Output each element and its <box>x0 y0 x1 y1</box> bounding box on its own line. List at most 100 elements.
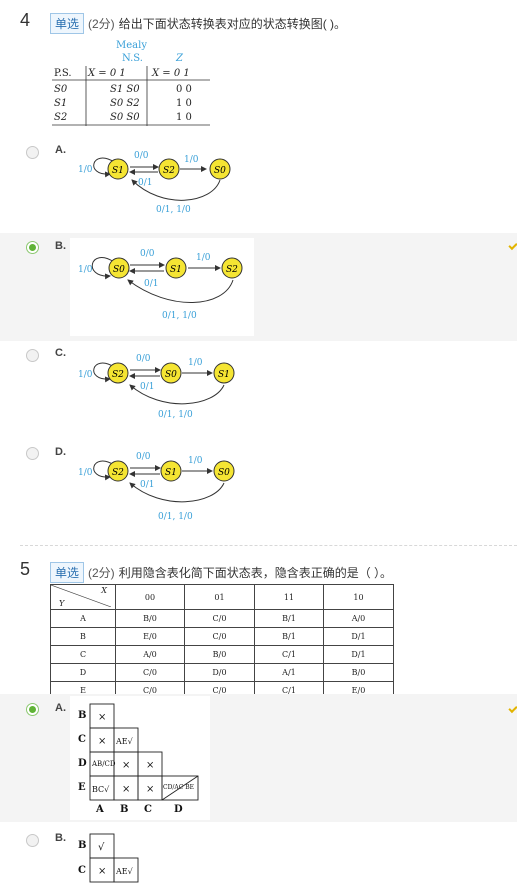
svg-text:0/0: 0/0 <box>136 452 151 462</box>
svg-text:A: A <box>95 804 104 815</box>
svg-text:1 0: 1 0 <box>176 98 192 109</box>
svg-text:C: C <box>78 734 86 745</box>
implication-table: B C D E A B C D × × AE√ AB/CD × × BC√ × … <box>70 696 210 820</box>
state-node: S0 <box>113 265 125 275</box>
state-node: S0 <box>165 370 177 380</box>
state-node: S2 <box>112 370 124 380</box>
option-a-row[interactable]: A. B C D E A B C D × × AE√ AB/CD × × BC√… <box>0 694 517 822</box>
option-label: B. <box>55 832 66 844</box>
svg-text:D: D <box>174 804 183 815</box>
svg-text:S2: S2 <box>54 112 67 123</box>
svg-text:0/1, 1/0: 0/1, 1/0 <box>162 311 197 321</box>
question-points: (2分) <box>88 566 115 580</box>
svg-text:0/1, 1/0: 0/1, 1/0 <box>158 512 193 522</box>
correct-mark-icon <box>508 240 517 251</box>
option-label: A. <box>55 702 66 714</box>
table-header-row: X Y 00 01 11 10 <box>50 584 395 610</box>
option-b-row[interactable]: B. B C √ × AE√ <box>0 826 517 883</box>
svg-text:0/1: 0/1 <box>138 178 152 188</box>
svg-text:D: D <box>78 758 87 769</box>
table-header-ps: P.S. <box>54 68 72 79</box>
radio-button[interactable] <box>26 447 39 460</box>
question-number: 5 <box>20 559 31 579</box>
svg-text:0/1: 0/1 <box>140 480 154 490</box>
question-header: 单选 (2分) 利用隐含表化简下面状态表，隐含表正确的是（ ）。 <box>50 562 392 583</box>
table-header-mealy: Mealy <box>116 40 147 51</box>
svg-text:1/0: 1/0 <box>184 155 199 165</box>
svg-text:1/0: 1/0 <box>78 468 93 478</box>
svg-text:1/0: 1/0 <box>78 370 93 380</box>
state-node: S1 <box>218 370 230 380</box>
option-d-row[interactable]: D. S2 S1 S0 1/0 0/0 0/1 1/0 0/1, 1/0 <box>0 437 517 537</box>
svg-text:C: C <box>144 804 152 815</box>
svg-text:S0: S0 <box>54 84 68 95</box>
svg-text:B: B <box>78 840 86 851</box>
svg-text:×: × <box>98 736 106 747</box>
svg-text:×: × <box>122 760 130 771</box>
state-table: X Y 00 01 11 10 A B/0 C/0 B/1 A/0 B E/0 C/0 B/1… <box>50 584 395 700</box>
state-node: S2 <box>226 265 238 275</box>
table-header-ns: N.S. <box>122 53 143 64</box>
state-node: S2 <box>112 468 124 478</box>
svg-text:C: C <box>78 865 86 876</box>
state-diagram: S0 S1 S2 1/0 0/0 0/1 1/0 0/1, 1/0 <box>70 238 254 336</box>
svg-text:1/0: 1/0 <box>188 456 203 466</box>
question-header: 单选 (2分) 给出下面状态转换表对应的状态转换图( )。 <box>50 13 346 34</box>
svg-text:S1: S1 <box>54 98 67 109</box>
implication-table: B C √ × AE√ <box>78 833 139 883</box>
state-node: S1 <box>170 265 182 275</box>
question-points: (2分) <box>88 17 115 31</box>
svg-text:0/0: 0/0 <box>134 151 149 161</box>
svg-text:0/1, 1/0: 0/1, 1/0 <box>156 205 191 215</box>
svg-text:×: × <box>98 866 106 877</box>
radio-button-selected[interactable] <box>26 241 39 254</box>
svg-text:B: B <box>78 710 86 721</box>
svg-text:B: B <box>120 804 128 815</box>
radio-button[interactable] <box>26 146 39 159</box>
radio-button[interactable] <box>26 834 39 847</box>
svg-text:0/0: 0/0 <box>136 354 151 364</box>
column-header: 10 <box>322 584 395 610</box>
column-header: 01 <box>183 584 255 610</box>
option-label: A. <box>55 144 66 156</box>
table-header-x1: X = 0 1 <box>87 68 126 79</box>
column-header: 00 <box>115 584 185 610</box>
table-row: A B/0 C/0 B/1 A/0 <box>50 609 395 628</box>
state-node: S2 <box>163 166 175 176</box>
question-type-tag: 单选 <box>50 562 85 583</box>
column-header: 11 <box>253 584 324 610</box>
option-c-row[interactable]: C. S2 S0 S1 1/0 0/0 0/1 1/0 0/1, 1/0 <box>0 341 517 437</box>
state-diagram: S1 S2 S0 1/0 0/0 0/1 1/0 0/1, 1/0 <box>78 151 231 215</box>
svg-text:0/1: 0/1 <box>144 279 158 289</box>
svg-text:S1 S0: S1 S0 <box>110 84 140 95</box>
option-a-row[interactable]: A. S1 S2 S0 1/0 0/0 0/1 1/0 0/1, 1/0 <box>0 138 517 233</box>
table-row: C A/0 B/0 C/1 D/1 <box>50 645 395 664</box>
table-header-z: Z <box>175 53 184 64</box>
radio-button-selected[interactable] <box>26 703 39 716</box>
option-b-row[interactable]: B. S0 S1 S2 1/0 0/0 0/1 1/0 0/1, 1/0 <box>0 233 517 341</box>
state-diagram: S2 S0 S1 1/0 0/0 0/1 1/0 0/1, 1/0 <box>78 354 235 420</box>
svg-text:1/0: 1/0 <box>196 253 211 263</box>
svg-text:S0 S0: S0 S0 <box>110 112 140 123</box>
radio-button[interactable] <box>26 349 39 362</box>
table-row: S2 S0 S0 1 0 <box>54 112 192 123</box>
svg-text:1/0: 1/0 <box>188 358 203 368</box>
svg-text:1/0: 1/0 <box>78 265 93 275</box>
correct-mark-icon <box>508 703 517 714</box>
svg-text:×: × <box>146 760 154 771</box>
svg-text:CD/AC BE: CD/AC BE <box>163 784 194 791</box>
table-row: S0 S1 S0 0 0 <box>54 84 192 95</box>
svg-text:0/1, 1/0: 0/1, 1/0 <box>158 410 193 420</box>
state-node: S0 <box>218 468 230 478</box>
svg-text:S0 S2: S0 S2 <box>110 98 140 109</box>
svg-text:×: × <box>98 712 106 723</box>
svg-text:0/0: 0/0 <box>140 249 155 259</box>
state-node: S1 <box>165 468 177 478</box>
question-divider <box>20 545 517 546</box>
svg-text:BC√: BC√ <box>92 785 110 794</box>
table-corner: X Y <box>50 584 116 610</box>
option-label: C. <box>55 347 66 359</box>
svg-text:0 0: 0 0 <box>176 84 192 95</box>
svg-text:AE√: AE√ <box>115 867 134 876</box>
svg-text:AE√: AE√ <box>115 737 134 746</box>
